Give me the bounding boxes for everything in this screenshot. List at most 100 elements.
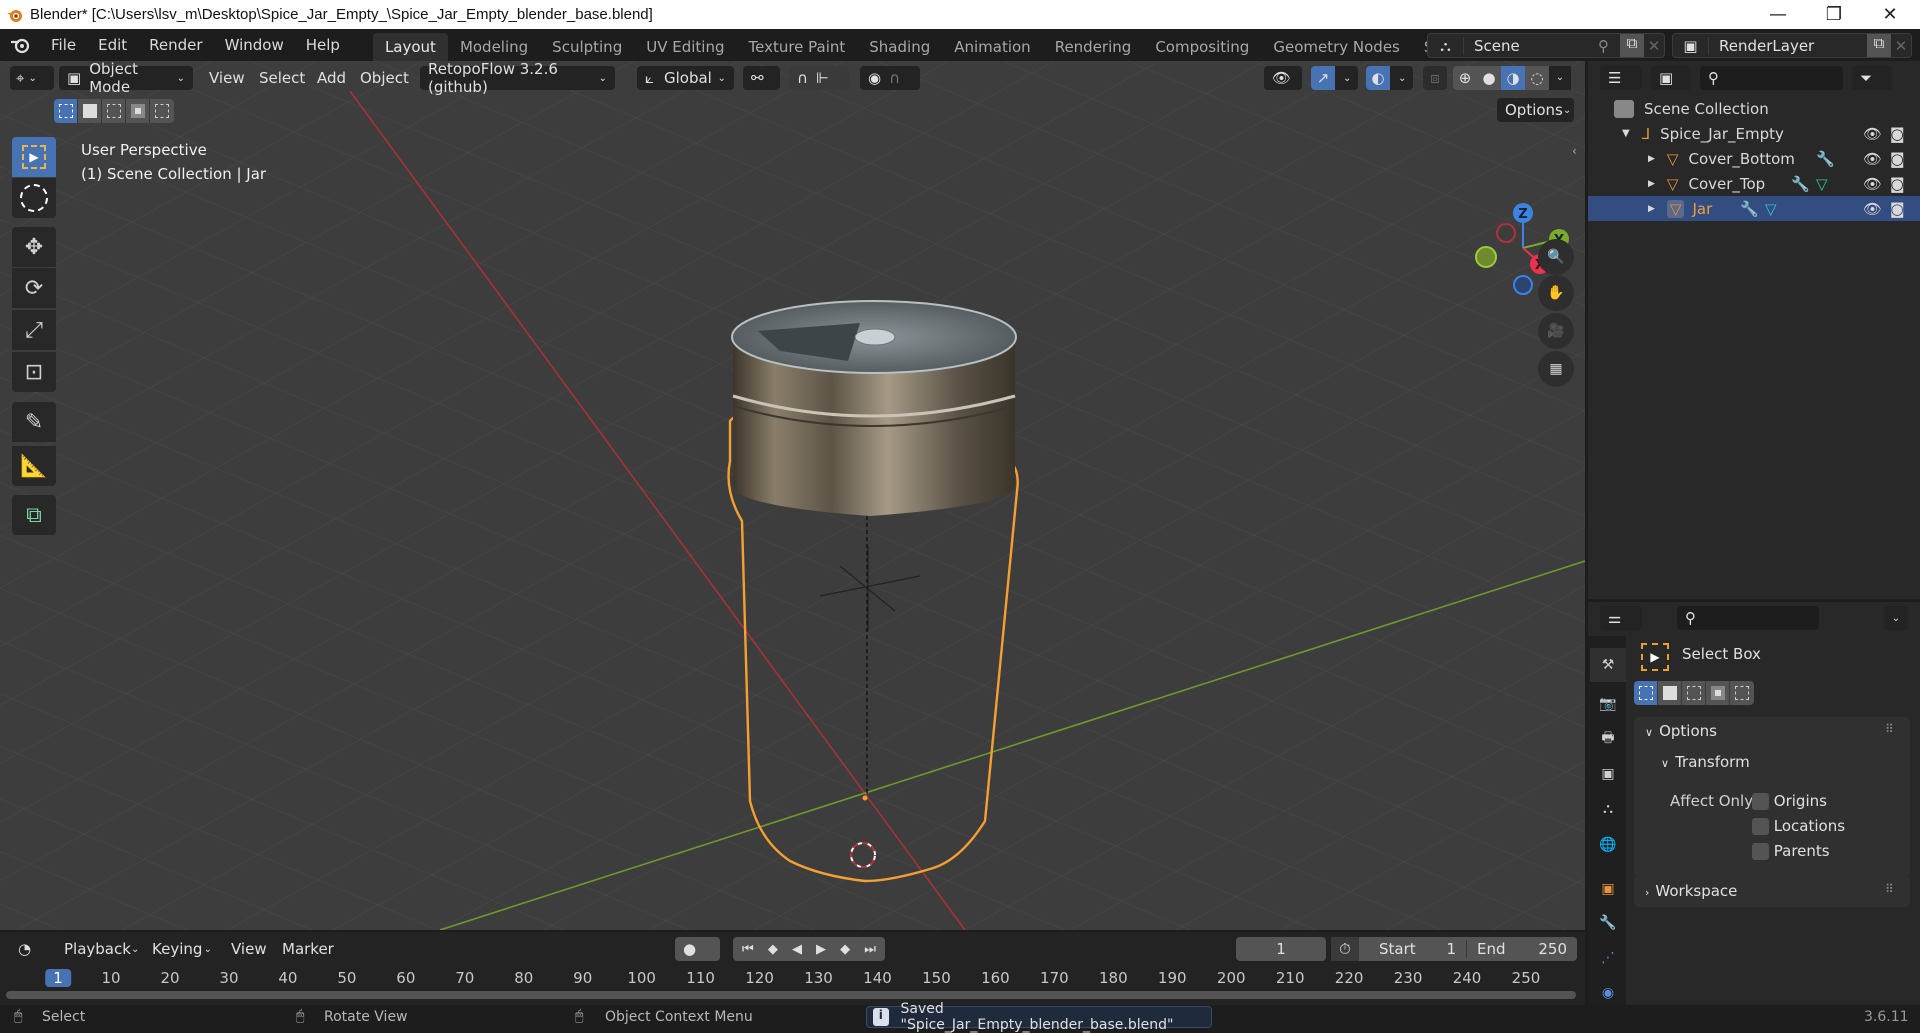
visibility-eye-icon[interactable]: 👁 (1863, 125, 1882, 143)
tab-render[interactable]: 📷 (1596, 692, 1620, 716)
menu-view[interactable]: View (209, 66, 245, 90)
zoom-view-button[interactable]: 🔍 (1538, 239, 1574, 275)
locations-checkbox[interactable]: Locations (1752, 817, 1845, 835)
solid-shading-icon[interactable]: ● (1477, 69, 1501, 87)
menu-help[interactable]: Help (295, 29, 351, 61)
select-new-icon[interactable] (1634, 681, 1658, 705)
properties-editor-type[interactable]: ⚌ (1600, 606, 1642, 630)
new-scene-icon[interactable]: ⧉ (1620, 34, 1644, 57)
start-frame-field[interactable]: Start 1 (1359, 940, 1467, 958)
menu-edit[interactable]: Edit (87, 29, 138, 61)
select-new-icon[interactable] (54, 99, 78, 123)
tab-particles[interactable]: ⋰ (1596, 946, 1620, 970)
workspace-tab-texture-paint[interactable]: Texture Paint (736, 33, 857, 61)
expand-arrow-icon[interactable]: ▼ (1622, 128, 1630, 139)
visibility-eye-icon[interactable]: 👁 (1863, 200, 1882, 218)
workspace-tab-layout[interactable]: Layout (372, 33, 448, 61)
play-reverse-icon[interactable]: ◀ (792, 942, 802, 957)
properties-options-dropdown[interactable]: ⌄ (1884, 606, 1908, 630)
tool-transform[interactable]: ⊡ (12, 352, 56, 392)
material-preview-shading-icon[interactable]: ◑ (1501, 66, 1525, 90)
tool-add-cube[interactable]: ⧉ (12, 495, 56, 535)
workspace-tab-modeling[interactable]: Modeling (448, 33, 540, 61)
next-keyframe-icon[interactable]: ◆ (840, 942, 850, 957)
workspace-tab-geometry-nodes[interactable]: Geometry Nodes (1261, 33, 1412, 61)
checkbox-box[interactable] (1752, 843, 1769, 860)
menu-render[interactable]: Render (138, 29, 213, 61)
workspace-tab-animation[interactable]: Animation (942, 33, 1042, 61)
render-camera-icon[interactable]: ◙ (1890, 125, 1905, 143)
shading-options-chevron-icon[interactable]: ⌄ (1549, 66, 1571, 90)
xray-toggle[interactable]: ⧈ (1423, 66, 1447, 90)
workspace-panel-header[interactable]: › Workspace (1645, 882, 1737, 900)
outliner-row-spice-jar-empty[interactable]: ▼ ⅃ Spice_Jar_Empty 👁 ◙ (1588, 121, 1920, 146)
outliner-row-cover-bottom[interactable]: ▶ ▽ Cover_Bottom 🔧 👁 ◙ (1588, 146, 1920, 171)
modifier-wrench-icon[interactable]: 🔧 (1740, 200, 1759, 218)
menu-file[interactable]: File (40, 29, 87, 61)
tool-measure[interactable]: 📐 (12, 446, 56, 486)
workspace-tab-sculpting[interactable]: Sculpting (540, 33, 634, 61)
outliner-search[interactable]: ⚲ (1700, 66, 1843, 90)
wireframe-shading-icon[interactable]: ⊕ (1453, 69, 1477, 87)
select-invert-icon[interactable] (1706, 681, 1730, 705)
keying-dropdown[interactable]: Keying ⌄ (144, 937, 220, 961)
snap-toggle[interactable]: ∩ ⊩ (789, 66, 849, 90)
select-intersect-icon[interactable] (150, 99, 174, 123)
tool-rotate[interactable]: ⟳ (12, 268, 56, 308)
delete-scene-icon[interactable]: ✕ (1644, 37, 1664, 55)
outliner-editor-type[interactable]: ☰ (1600, 66, 1642, 90)
blender-menu-icon[interactable] (0, 36, 40, 54)
tab-tool[interactable]: ⚒ (1590, 648, 1626, 682)
visibility-selectability-dropdown[interactable]: 👁 (1264, 66, 1302, 90)
jump-end-icon[interactable]: ⏭ (864, 942, 876, 957)
mesh-data-icon[interactable]: ▽ (1765, 200, 1777, 218)
select-subtract-icon[interactable] (1682, 681, 1706, 705)
workspace-tab-rendering[interactable]: Rendering (1043, 33, 1144, 61)
rendered-shading-icon[interactable]: ◌ (1525, 69, 1549, 87)
filter-dropdown[interactable]: ⏷ (1852, 66, 1892, 90)
tool-move[interactable]: ✥ (12, 227, 56, 267)
timeline-menu-marker[interactable]: Marker (282, 937, 334, 961)
expand-arrow-icon[interactable]: ▶ (1648, 204, 1655, 214)
visibility-eye-icon[interactable]: 👁 (1863, 150, 1882, 168)
tab-output[interactable]: 🖶 (1596, 727, 1620, 751)
pan-view-button[interactable]: ✋ (1538, 275, 1574, 311)
mode-dropdown[interactable]: ▣ Object Mode ⌄ (59, 60, 193, 96)
tab-view-layer[interactable]: ▣ (1596, 762, 1620, 786)
properties-search[interactable]: ⚲ (1677, 606, 1819, 630)
tab-object[interactable]: ▣ (1596, 877, 1620, 901)
select-extend-icon[interactable] (78, 99, 102, 123)
outliner-row-cover-top[interactable]: ▶ ▽ Cover_Top 🔧 ▽ 👁 ◙ (1588, 171, 1920, 196)
tool-select-box[interactable]: ▶ (12, 137, 56, 177)
parents-checkbox[interactable]: Parents (1752, 842, 1830, 860)
render-camera-icon[interactable]: ◙ (1890, 150, 1905, 168)
checkbox-box[interactable] (1752, 793, 1769, 810)
playback-dropdown[interactable]: Playback ⌄ (56, 937, 144, 961)
options-dropdown[interactable]: Options ⌄ (1497, 98, 1574, 122)
close-button[interactable]: ✕ (1862, 0, 1918, 29)
play-icon[interactable]: ▶ (816, 942, 826, 957)
pin-icon[interactable]: ⚲ (1598, 37, 1620, 55)
proportional-editing-toggle[interactable]: ◉ ∩ (860, 66, 920, 90)
camera-view-button[interactable]: 🎥 (1538, 313, 1574, 349)
current-frame-marker[interactable]: 1 (45, 969, 71, 987)
outliner-row-scene-collection[interactable]: Scene Collection (1588, 96, 1920, 121)
frame-ruler[interactable]: 1 10 20 30 40 50 60 70 80 90 100 110 120 130 140 150 160… (0, 966, 1585, 992)
select-intersect-icon[interactable] (1730, 681, 1754, 705)
expand-arrow-icon[interactable]: ▶ (1648, 154, 1655, 164)
select-invert-icon[interactable] (126, 99, 150, 123)
render-camera-icon[interactable]: ◙ (1890, 200, 1905, 218)
auto-keying-toggle[interactable]: ● (675, 937, 720, 961)
expand-arrow-icon[interactable]: ▶ (1648, 179, 1655, 189)
ortho-toggle-button[interactable]: ▦ (1538, 351, 1574, 387)
sidebar-toggle-icon[interactable]: ‹ (1572, 144, 1585, 164)
timeline-menu-view[interactable]: View (231, 937, 267, 961)
menu-select[interactable]: Select (259, 66, 305, 90)
drag-handle-icon[interactable]: ⠿ (1885, 722, 1894, 736)
select-subtract-icon[interactable] (102, 99, 126, 123)
workspace-tab-shading[interactable]: Shading (857, 33, 942, 61)
options-panel-header[interactable]: ∨ Options (1645, 722, 1717, 740)
end-frame-field[interactable]: End 250 (1467, 940, 1577, 958)
render-camera-icon[interactable]: ◙ (1890, 175, 1905, 193)
delete-view-layer-icon[interactable]: ✕ (1891, 37, 1911, 55)
